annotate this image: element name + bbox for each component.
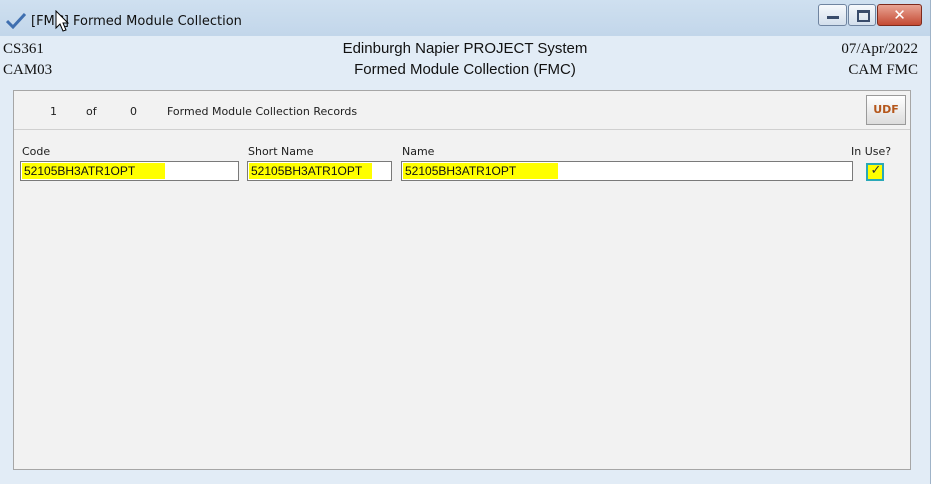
record-of-label: of [86,105,97,118]
in-use-checkbox[interactable]: ✓ [866,163,884,181]
record-type-label: Formed Module Collection Records [167,105,358,118]
code-value: 52105BH3ATR1OPT [22,163,165,179]
close-icon: ✕ [893,6,906,24]
header-date: 07/Apr/2022 [841,41,918,57]
header-screen-code: CAM FMC [848,62,918,78]
minimize-button[interactable] [818,4,847,26]
udf-button[interactable]: UDF [866,95,906,125]
short-name-label: Short Name [248,145,314,158]
code-label: Code [22,145,51,158]
header-left-line2: CAM03 [3,62,53,78]
header-left-line1: CS361 [3,41,44,57]
close-button[interactable]: ✕ [877,4,922,26]
application-window: [FMC] Formed Module Collection ✕ CS361 C… [0,0,931,484]
record-current: 1 [50,105,57,118]
header-screen-name: Formed Module Collection (FMC) [354,61,576,78]
title-bar[interactable]: [FMC] Formed Module Collection ✕ [0,0,930,36]
record-navigator: 1 of 0 Formed Module Collection Records … [14,91,910,130]
short-name-field[interactable]: 52105BH3ATR1OPT [247,161,392,181]
header-system-name: Edinburgh Napier PROJECT System [342,40,588,57]
name-value: 52105BH3ATR1OPT [403,163,558,179]
name-field[interactable]: 52105BH3ATR1OPT [401,161,853,181]
app-checkmark-icon [6,13,26,29]
name-label: Name [402,145,435,158]
checkmark-icon: ✓ [870,163,882,178]
code-field[interactable]: 52105BH3ATR1OPT [20,161,239,181]
form-panel: 1 of 0 Formed Module Collection Records … [13,90,911,470]
record-total: 0 [130,105,137,118]
in-use-label: In Use? [851,145,892,158]
mouse-pointer-icon [55,10,70,32]
short-name-value: 52105BH3ATR1OPT [249,163,372,179]
maximize-button[interactable] [848,4,876,26]
